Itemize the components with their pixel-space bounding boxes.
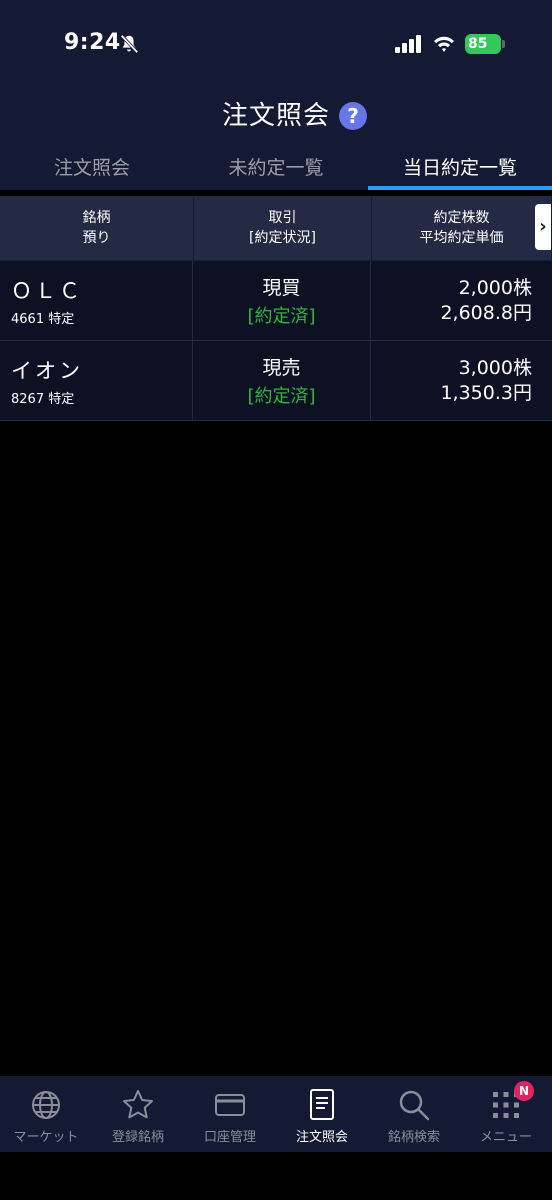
tab-bar: 注文照会 未約定一覧 当日約定一覧	[0, 146, 552, 190]
header-stock: 銘柄 預り	[0, 196, 194, 260]
cell-quantity: 3,000株 1,350.3円	[371, 341, 552, 420]
header-trade-line1: 取引	[268, 210, 297, 226]
battery-level: 85	[468, 36, 488, 52]
document-icon	[310, 1089, 334, 1120]
notification-badge: N	[514, 1081, 534, 1101]
nav-stock-search[interactable]: 銘柄検索	[368, 1076, 460, 1152]
wifi-icon	[434, 36, 454, 52]
tab-unexecuted-list[interactable]: 未約定一覧	[184, 146, 368, 190]
top-area: 9:24 85 注文照会 注文照会 未約定一覧 当日約定一覧	[0, 0, 552, 190]
star-icon	[123, 1090, 153, 1119]
tab-today-executed-list[interactable]: 当日約定一覧	[368, 146, 552, 190]
nav-menu[interactable]: メニュー N	[460, 1076, 552, 1152]
tab-order-inquiry[interactable]: 注文照会	[0, 146, 184, 190]
cellular-signal-icon	[395, 35, 421, 53]
table-row[interactable]: イオン 8267 特定 現売 [約定済] 3,000株 1,350.3円	[0, 341, 552, 421]
nav-order-inquiry[interactable]: 注文照会	[276, 1076, 368, 1152]
header-quantity: 約定株数 平均約定単価 ›	[372, 196, 552, 260]
header-trade-line2: [約定状況]	[249, 230, 316, 246]
title-row: 注文照会	[0, 86, 552, 146]
header-quantity-line2: 平均約定単価	[419, 230, 504, 246]
table-row[interactable]: ＯＬＣ 4661 特定 現買 [約定済] 2,000株 2,608.8円	[0, 261, 552, 341]
page-title: 注文照会	[221, 101, 330, 131]
status-time: 9:24	[64, 30, 121, 55]
header-stock-line1: 銘柄	[82, 210, 111, 226]
trade-status: [約定済]	[247, 306, 316, 327]
globe-icon	[32, 1091, 60, 1119]
cell-quantity: 2,000株 2,608.8円	[371, 261, 552, 340]
bottom-nav: マーケット 登録銘柄 口座管理 注文照会 銘柄検索 メニュー N	[0, 1076, 552, 1152]
cell-stock: ＯＬＣ 4661 特定	[0, 261, 193, 340]
stock-code: 4661 特定	[11, 311, 75, 327]
header-trade: 取引 [約定状況]	[194, 196, 372, 260]
card-icon	[215, 1094, 245, 1116]
stock-name: イオン	[11, 358, 83, 383]
search-icon	[399, 1090, 430, 1121]
nav-account[interactable]: 口座管理	[184, 1076, 276, 1152]
nav-market[interactable]: マーケット	[0, 1076, 92, 1152]
nav-account-label: 口座管理	[203, 1130, 256, 1145]
home-indicator-area	[0, 1152, 552, 1200]
status-bar: 9:24 85	[0, 0, 552, 86]
nav-watchlist[interactable]: 登録銘柄	[92, 1076, 184, 1152]
cell-trade: 現売 [約定済]	[193, 341, 371, 420]
nav-menu-label: メニュー	[479, 1130, 532, 1145]
stock-name: ＯＬＣ	[11, 278, 83, 303]
nav-order-inquiry-label: 注文照会	[295, 1130, 348, 1145]
trade-status: [約定済]	[247, 386, 316, 407]
average-price: 1,350.3円	[440, 381, 532, 404]
nav-watchlist-label: 登録銘柄	[111, 1130, 164, 1145]
table-header: 銘柄 預り 取引 [約定状況] 約定株数 平均約定単価 ›	[0, 196, 552, 261]
average-price: 2,608.8円	[440, 301, 532, 324]
trade-type: 現売	[262, 357, 301, 379]
nav-stock-search-label: 銘柄検索	[387, 1130, 440, 1145]
header-quantity-line1: 約定株数	[433, 210, 490, 226]
chevron-right-icon[interactable]: ›	[535, 204, 551, 250]
stock-code: 8267 特定	[11, 391, 75, 407]
trade-type: 現買	[262, 277, 301, 299]
battery-indicator: 85	[465, 34, 505, 54]
executed-quantity: 2,000株	[458, 276, 532, 299]
cell-trade: 現買 [約定済]	[193, 261, 371, 340]
header-stock-line2: 預り	[82, 230, 111, 246]
nav-market-label: マーケット	[13, 1130, 79, 1145]
battery-tip	[502, 40, 505, 48]
cell-stock: イオン 8267 特定	[0, 341, 193, 420]
bell-muted-icon	[120, 34, 139, 54]
help-icon[interactable]: ?	[339, 102, 367, 130]
executed-quantity: 3,000株	[458, 356, 532, 379]
